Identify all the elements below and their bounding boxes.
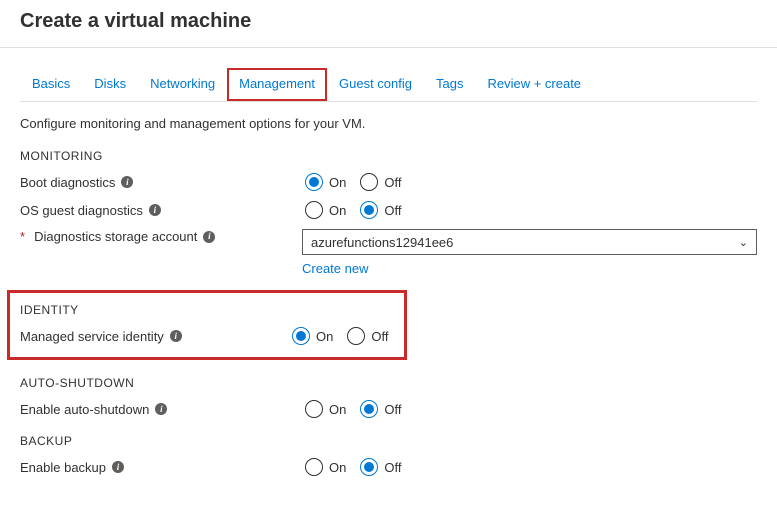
info-icon[interactable]: i (121, 176, 133, 188)
info-icon[interactable]: i (203, 231, 215, 243)
radio-label-on: On (329, 402, 346, 417)
auto-shutdown-on[interactable]: On (305, 400, 346, 418)
radio-icon (360, 201, 378, 219)
info-icon[interactable]: i (155, 403, 167, 415)
row-enable-backup: Enable backup i On Off (20, 458, 757, 476)
radio-icon (305, 201, 323, 219)
tab-networking[interactable]: Networking (138, 68, 227, 101)
label-boot-diagnostics: Boot diagnostics (20, 175, 115, 190)
section-auto-shutdown: AUTO-SHUTDOWN (20, 376, 757, 390)
row-diagnostics-storage: * Diagnostics storage account i azurefun… (20, 229, 757, 276)
tab-review-create[interactable]: Review + create (475, 68, 593, 101)
auto-shutdown-off[interactable]: Off (360, 400, 401, 418)
row-enable-auto-shutdown: Enable auto-shutdown i On Off (20, 400, 757, 418)
backup-on[interactable]: On (305, 458, 346, 476)
label-managed-identity: Managed service identity (20, 329, 164, 344)
row-os-guest-diagnostics: OS guest diagnostics i On Off (20, 201, 757, 219)
identity-highlight-box: IDENTITY Managed service identity i On O… (7, 290, 407, 360)
radio-icon (347, 327, 365, 345)
label-enable-backup: Enable backup (20, 460, 106, 475)
radio-icon (305, 400, 323, 418)
info-icon[interactable]: i (149, 204, 161, 216)
boot-diagnostics-on[interactable]: On (305, 173, 346, 191)
tabs: Basics Disks Networking Management Guest… (20, 68, 757, 102)
section-backup: BACKUP (20, 434, 757, 448)
section-monitoring: MONITORING (20, 149, 757, 163)
tab-basics[interactable]: Basics (20, 68, 82, 101)
row-boot-diagnostics: Boot diagnostics i On Off (20, 173, 757, 191)
radio-label-off: Off (384, 175, 401, 190)
page-title: Create a virtual machine (0, 0, 777, 48)
radio-label-on: On (329, 203, 346, 218)
boot-diagnostics-off[interactable]: Off (360, 173, 401, 191)
tab-tags[interactable]: Tags (424, 68, 475, 101)
radio-icon (305, 173, 323, 191)
tab-description: Configure monitoring and management opti… (20, 116, 757, 131)
backup-off[interactable]: Off (360, 458, 401, 476)
label-diagnostics-storage: Diagnostics storage account (34, 229, 197, 244)
radio-icon (305, 458, 323, 476)
managed-identity-on[interactable]: On (292, 327, 333, 345)
select-value: azurefunctions12941ee6 (311, 235, 453, 250)
tab-disks[interactable]: Disks (82, 68, 138, 101)
tab-management[interactable]: Management (227, 68, 327, 101)
label-enable-auto-shutdown: Enable auto-shutdown (20, 402, 149, 417)
radio-label-off: Off (384, 402, 401, 417)
managed-identity-off[interactable]: Off (347, 327, 388, 345)
row-managed-identity: Managed service identity i On Off (20, 327, 394, 345)
info-icon[interactable]: i (170, 330, 182, 342)
radio-icon (360, 458, 378, 476)
radio-label-on: On (316, 329, 333, 344)
radio-icon (360, 400, 378, 418)
info-icon[interactable]: i (112, 461, 124, 473)
tab-guest-config[interactable]: Guest config (327, 68, 424, 101)
radio-label-on: On (329, 175, 346, 190)
diagnostics-storage-select[interactable]: azurefunctions12941ee6 ⌄ (302, 229, 757, 255)
os-guest-diagnostics-off[interactable]: Off (360, 201, 401, 219)
radio-label-off: Off (371, 329, 388, 344)
create-new-link[interactable]: Create new (302, 261, 368, 276)
chevron-down-icon: ⌄ (739, 236, 748, 249)
os-guest-diagnostics-on[interactable]: On (305, 201, 346, 219)
required-indicator: * (20, 229, 25, 244)
radio-label-off: Off (384, 203, 401, 218)
radio-icon (360, 173, 378, 191)
radio-label-on: On (329, 460, 346, 475)
radio-icon (292, 327, 310, 345)
label-os-guest-diagnostics: OS guest diagnostics (20, 203, 143, 218)
radio-label-off: Off (384, 460, 401, 475)
section-identity: IDENTITY (20, 303, 394, 317)
